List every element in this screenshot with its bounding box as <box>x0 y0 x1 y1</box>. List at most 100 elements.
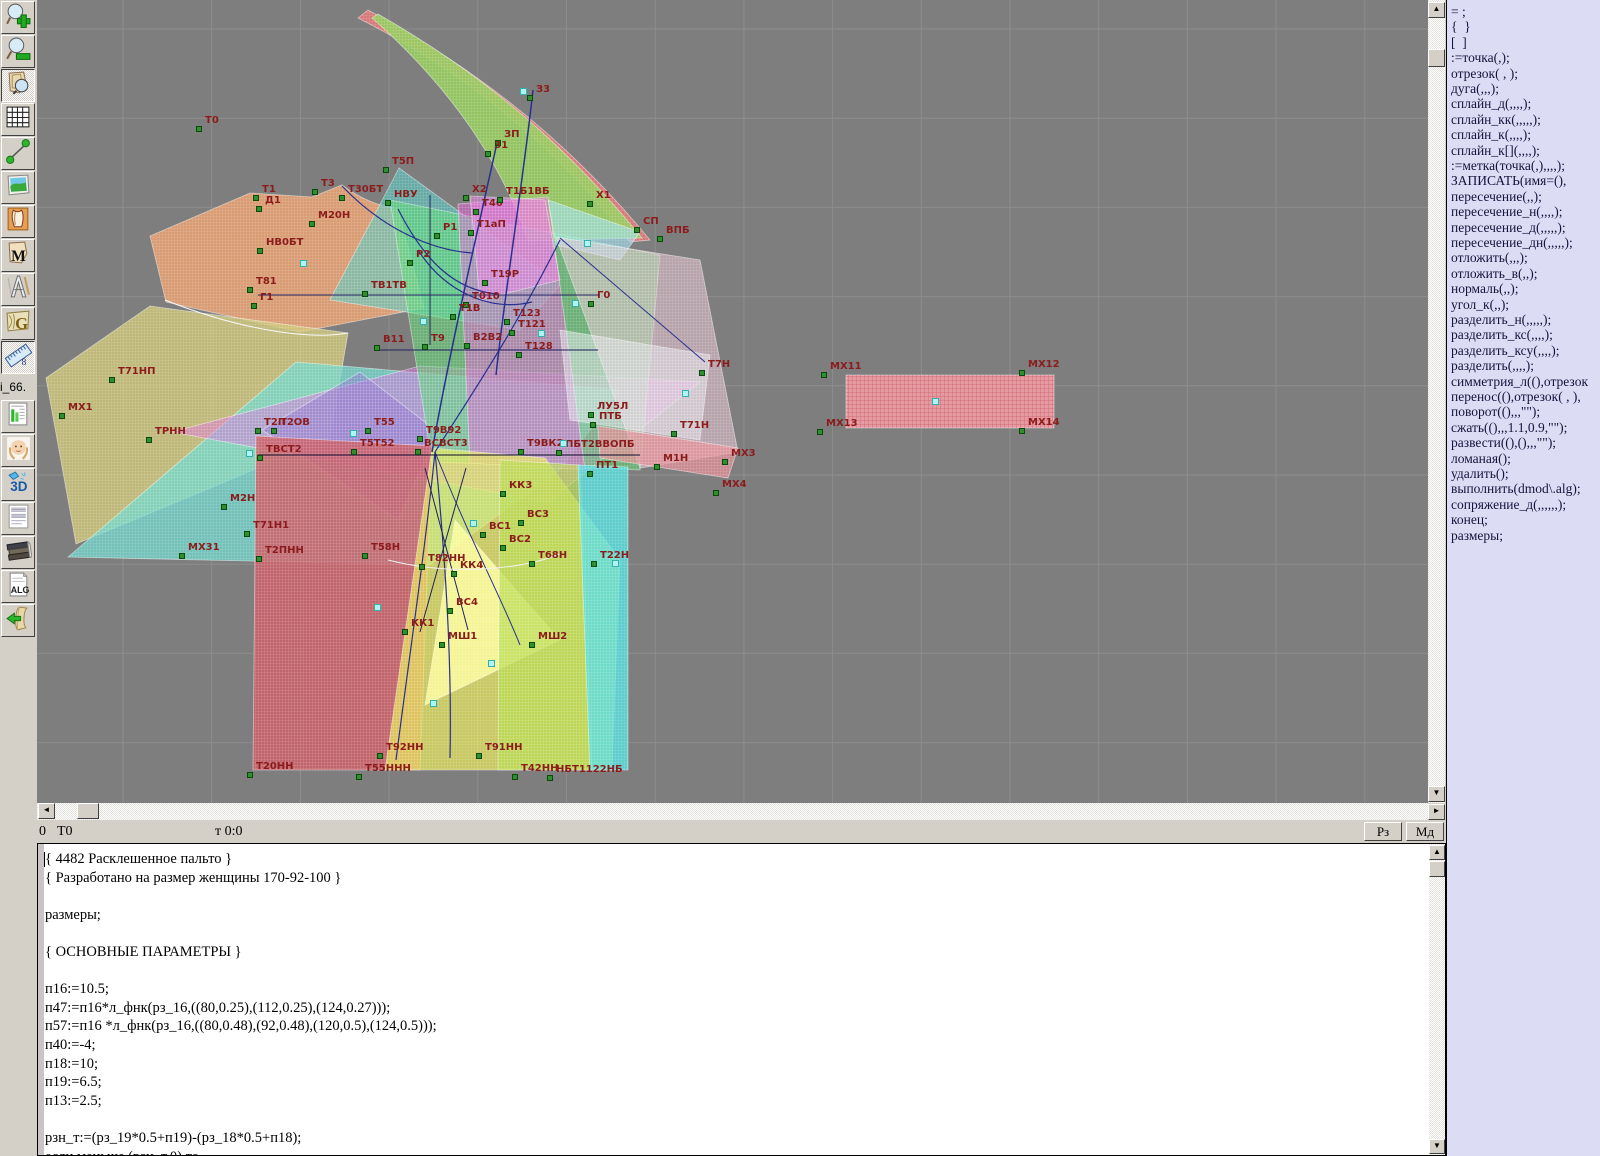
md-button[interactable]: Мд <box>1406 822 1444 841</box>
command-item[interactable]: размеры; <box>1451 528 1503 543</box>
command-item[interactable]: поворот((),,,""); <box>1451 404 1540 419</box>
command-item[interactable]: пересечение_дн(,,,,,); <box>1451 235 1573 250</box>
point-marker <box>634 227 640 233</box>
command-item[interactable]: разделить(,,,,); <box>1451 358 1534 373</box>
command-item[interactable]: сплайн_д(,,,,); <box>1451 96 1531 111</box>
exit-button[interactable] <box>1 604 35 637</box>
command-item[interactable]: сопряжение_д(,,,,,,); <box>1451 497 1566 512</box>
hscroll-thumb[interactable] <box>77 803 99 819</box>
ruler-button[interactable]: 8 <box>1 341 35 374</box>
editor-line: { 4482 Расклешенное пальто } <box>45 850 232 869</box>
point-label: МХ14 <box>1028 418 1060 428</box>
grid-button[interactable] <box>1 103 35 136</box>
measurements-button[interactable]: M <box>1 239 35 272</box>
editor-scroll-up-icon[interactable]: ▲ <box>1429 845 1445 860</box>
point-marker <box>365 428 371 434</box>
piece-zoom-button[interactable] <box>1 69 35 102</box>
command-item[interactable]: выполнить(dmod\.alg); <box>1451 481 1581 496</box>
left-toolbar: M G 8i_66. 3D ALG <box>0 0 37 1156</box>
command-item[interactable]: отложить(,,,); <box>1451 250 1528 265</box>
point-label: МШ2 <box>538 632 567 642</box>
command-item[interactable]: удалить(); <box>1451 466 1509 481</box>
command-item[interactable]: разделить_н(,,,,,); <box>1451 312 1551 327</box>
point-label: СП <box>643 217 659 227</box>
svg-text:ALG: ALG <box>10 584 29 594</box>
point-marker <box>179 553 185 559</box>
zoom-out-button[interactable] <box>1 35 35 68</box>
svg-text:G: G <box>15 313 28 332</box>
editor-gutter <box>38 844 44 1155</box>
point-marker <box>377 753 383 759</box>
zoom-in-button[interactable] <box>1 1 35 34</box>
algorithm-editor[interactable]: { 4482 Расклешенное пальто }{ Разработан… <box>37 843 1446 1156</box>
segment-button[interactable] <box>1 137 35 170</box>
model-button[interactable] <box>1 434 35 467</box>
scroll-down-icon[interactable]: ▼ <box>1428 786 1445 802</box>
drafting-button[interactable] <box>1 273 35 306</box>
command-item[interactable]: пересечение_н(,,,,); <box>1451 204 1563 219</box>
command-item[interactable]: дуга(,,,); <box>1451 81 1499 96</box>
grading-button[interactable]: G <box>1 307 35 340</box>
point-marker <box>447 608 453 614</box>
command-item[interactable]: [ ] <box>1451 35 1467 50</box>
command-item[interactable]: перенос((),отрезок( , ), <box>1451 389 1581 404</box>
command-item[interactable]: сплайн_кк(,,,,,); <box>1451 112 1541 127</box>
vscroll-thumb[interactable] <box>1428 49 1445 67</box>
pattern-canvas[interactable]: Т0Т5ПЗ3ЗПЗ1Т3Т1Д1Т30БТНВУХ2Т46Т1Б1ВБХ1СП… <box>37 0 1428 803</box>
point-label: Т19Р <box>491 270 519 280</box>
file-label: i_66. <box>0 375 36 399</box>
command-item[interactable]: разделить_кс(,,,,); <box>1451 327 1553 342</box>
point-label: Т3 <box>321 179 335 189</box>
books-button[interactable] <box>1 536 35 569</box>
point-label: Г0 <box>597 291 610 301</box>
point-marker <box>518 520 524 526</box>
point-marker <box>588 301 594 307</box>
point-marker <box>450 314 456 320</box>
command-item[interactable]: угол_к(,,); <box>1451 297 1509 312</box>
list-button[interactable] <box>1 502 35 535</box>
scroll-up-icon[interactable]: ▲ <box>1428 2 1445 18</box>
command-item[interactable]: нормаль(,,); <box>1451 281 1518 296</box>
point-marker <box>1019 428 1025 434</box>
point-marker <box>516 352 522 358</box>
point-marker <box>309 221 315 227</box>
pattern-cad-window: { "toolbar": { "items": [ {"name":"zoom-… <box>0 0 1600 1156</box>
image-button[interactable] <box>1 171 35 204</box>
command-item[interactable]: сплайн_к[](,,,,); <box>1451 143 1540 158</box>
pattern-button[interactable] <box>1 205 35 238</box>
command-item[interactable]: отрезок( , ); <box>1451 66 1518 81</box>
command-item[interactable]: отложить_в(,,); <box>1451 266 1538 281</box>
table-button[interactable] <box>1 400 35 433</box>
canvas-vscrollbar[interactable]: ▲ ▼ <box>1428 0 1445 803</box>
pattern-icon <box>5 206 32 238</box>
command-item[interactable]: :=метка(точка(,),,,,); <box>1451 158 1565 173</box>
command-item[interactable]: :=точка(,); <box>1451 50 1510 65</box>
command-item[interactable]: симметрия_л((),отрезок <box>1451 374 1588 389</box>
editor-vscroll-thumb[interactable] <box>1429 861 1445 877</box>
editor-vscrollbar[interactable]: ▲ ▼ <box>1429 844 1445 1155</box>
scroll-left-icon[interactable]: ◄ <box>38 803 55 819</box>
command-item[interactable]: пересечение_д(,,,,,); <box>1451 220 1566 235</box>
point-label: КК1 <box>411 619 434 629</box>
point-label: Т68Н <box>538 551 567 561</box>
model-photo-icon <box>5 435 32 467</box>
scroll-right-icon[interactable]: ► <box>1428 804 1445 820</box>
canvas-hscrollbar[interactable]: ◄ <box>37 803 1428 820</box>
command-item[interactable]: ломаная(); <box>1451 451 1511 466</box>
command-item[interactable]: конец; <box>1451 512 1488 527</box>
command-item[interactable]: развести((),(),,,""); <box>1451 435 1556 450</box>
command-item[interactable]: пересечение(,,); <box>1451 189 1542 204</box>
command-item[interactable]: сплайн_к(,,,,); <box>1451 127 1531 142</box>
command-item[interactable]: сжать((),,,1.1,0.9,""); <box>1451 420 1567 435</box>
command-item[interactable]: { } <box>1451 19 1471 34</box>
editor-scroll-down-icon[interactable]: ▼ <box>1429 1139 1445 1154</box>
command-item[interactable]: разделить_ксу(,,,,); <box>1451 343 1560 358</box>
point-marker <box>356 774 362 780</box>
command-item[interactable]: = ; <box>1451 4 1466 19</box>
command-item[interactable]: ЗАПИСАТЬ(имя=(), <box>1451 173 1566 188</box>
alg-button[interactable]: ALG <box>1 570 35 603</box>
selection-marker <box>470 520 477 527</box>
3d-button[interactable]: 3D <box>1 468 35 501</box>
rz-button[interactable]: Рз <box>1364 822 1402 841</box>
point-label: МХ13 <box>826 419 858 429</box>
